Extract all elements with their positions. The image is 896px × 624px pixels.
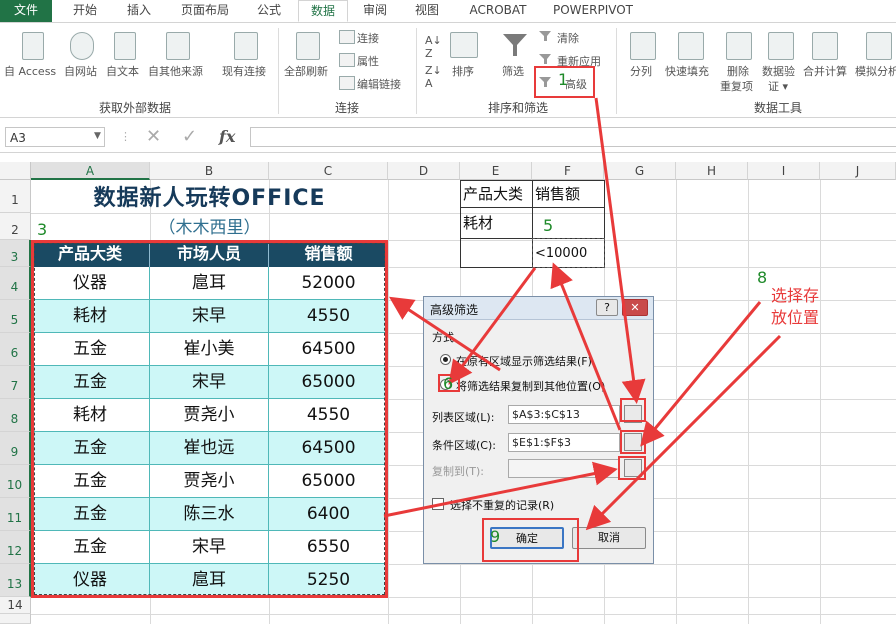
highlight-copy-to-ref: [618, 456, 646, 480]
step-6-label: 6: [443, 374, 454, 393]
note-choose-location-2: 放位置: [771, 308, 820, 327]
arrow-ref-to-criteria: [550, 262, 622, 431]
arrow-advanced-to-list-ref: [594, 97, 646, 404]
highlight-criteria-range-ref: [620, 430, 646, 454]
step-5-label: 5: [543, 216, 554, 235]
step-8-label: 8: [757, 268, 768, 287]
step-1-label: 1: [558, 70, 569, 89]
step-9-label: 9: [490, 527, 501, 546]
arrow-criteria-to-option: [448, 267, 537, 385]
annotation-arrows: [383, 97, 782, 531]
highlight-list-range-ref: [620, 398, 646, 422]
step-3-label: 3: [37, 220, 48, 239]
arrow-table-to-ref: [383, 461, 618, 518]
note-choose-location-1: 选择存: [771, 286, 820, 305]
arrow-note-to-ok: [585, 334, 782, 531]
